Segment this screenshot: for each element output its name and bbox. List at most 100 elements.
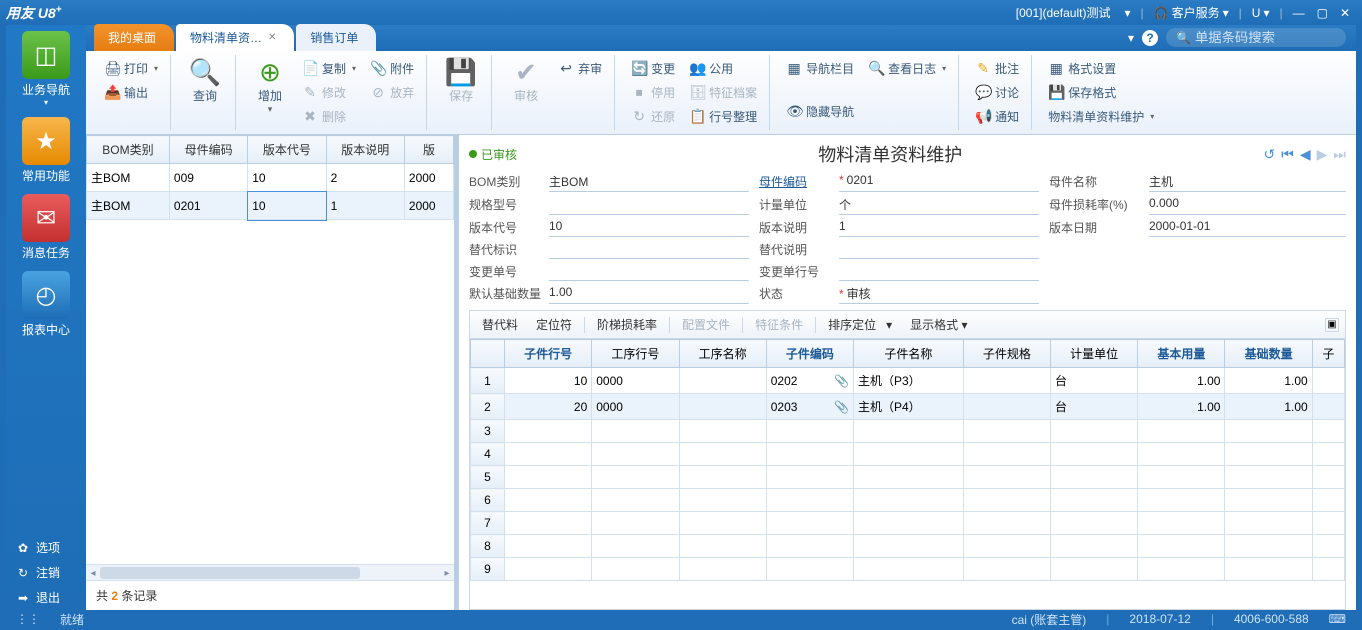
detail-col-header[interactable]: 子件名称 (854, 340, 964, 368)
next-icon[interactable]: ▶ (1317, 146, 1328, 163)
discuss-button[interactable]: 💬讨论 (969, 81, 1025, 104)
config-file-button[interactable]: 配置文件 (676, 314, 736, 335)
print-button[interactable]: 🖨打印▾ (98, 57, 164, 80)
detail-col-header[interactable] (471, 340, 505, 368)
detail-col-header[interactable]: 子件规格 (963, 340, 1050, 368)
query-button[interactable]: 🔍查询 (181, 57, 229, 104)
detail-row[interactable]: 6 (471, 489, 1345, 512)
tab-menu-dropdown[interactable]: ▾ (1128, 31, 1134, 45)
detail-row[interactable]: 11000000202📎主机（P3）台1.001.00 (471, 368, 1345, 394)
detail-col-header[interactable]: 基本用量 (1138, 340, 1225, 368)
nav-messages[interactable]: ✉消息任务 (14, 194, 78, 261)
tab-bom-maintain[interactable]: 物料清单资…✕ (176, 24, 294, 51)
display-format-button[interactable]: 显示格式 ▾ (904, 314, 973, 335)
line-arrange-button[interactable]: 📋行号整理 (683, 105, 763, 128)
bom-type-field[interactable]: 主BOM (549, 173, 749, 192)
modify-button[interactable]: ✎修改 (296, 81, 362, 104)
detail-col-header[interactable]: 计量单位 (1050, 340, 1137, 368)
notify-button[interactable]: 📢通知 (969, 105, 1025, 128)
audit-button[interactable]: ✔审核 (502, 57, 550, 104)
detail-col-header[interactable]: 工序名称 (679, 340, 766, 368)
list-row[interactable]: 主BOM0091022000 (87, 164, 454, 192)
hidenav-button[interactable]: 👁隐藏导航 (780, 100, 860, 123)
undo-icon[interactable]: ↺ (1263, 146, 1275, 163)
change-button[interactable]: 🔄变更 (625, 57, 681, 80)
expand-grid-button[interactable]: ▣ (1325, 318, 1339, 332)
ver-desc-field[interactable]: 1 (839, 219, 1039, 237)
detail-row[interactable]: 3 (471, 420, 1345, 443)
close-button[interactable]: ✕ (1334, 4, 1356, 22)
public-button[interactable]: 👥公用 (683, 57, 763, 80)
list-col-header[interactable]: 母件编码 (169, 136, 247, 164)
add-button[interactable]: ⊕增加▾ (246, 57, 294, 115)
feature-cond-button[interactable]: 特征条件 (749, 314, 809, 335)
list-col-header[interactable]: BOM类别 (87, 136, 170, 164)
exit-link[interactable]: ➡退出 (6, 585, 86, 610)
minimize-button[interactable]: — (1287, 4, 1311, 22)
parent-code-link[interactable]: 母件编码 (759, 173, 829, 192)
nav-favorites[interactable]: ★常用功能 (14, 117, 78, 184)
u-menu[interactable]: U ▾ (1246, 4, 1276, 22)
ver-date-field[interactable]: 2000-01-01 (1149, 219, 1346, 237)
tab-sales-order[interactable]: 销售订单 (296, 24, 376, 51)
detail-col-header[interactable]: 基础数量 (1225, 340, 1312, 368)
format-set-button[interactable]: ▦格式设置 (1042, 57, 1160, 80)
attach-icon[interactable]: 📎 (834, 374, 849, 388)
export-button[interactable]: 📤输出 (98, 81, 164, 104)
detail-row[interactable]: 5 (471, 466, 1345, 489)
detail-col-header[interactable]: 子件编码 (766, 340, 853, 368)
options-link[interactable]: ✿选项 (6, 535, 86, 560)
delete-button[interactable]: ✖删除 (296, 105, 362, 128)
locator-button[interactable]: 定位符 (530, 314, 578, 335)
logout-link[interactable]: ↻注销 (6, 560, 86, 585)
navbar-button[interactable]: ▦导航栏目 (780, 57, 860, 80)
close-tab-icon[interactable]: ✕ (268, 32, 276, 43)
attach-icon[interactable]: 📎 (834, 400, 849, 414)
nav-reports[interactable]: ◴报表中心 (14, 271, 78, 338)
restore-button[interactable]: ↻还原 (625, 105, 681, 128)
list-row[interactable]: 主BOM02011012000 (87, 192, 454, 220)
detail-row[interactable]: 22000000203📎主机（P4）台1.001.00 (471, 394, 1345, 420)
attach-button[interactable]: 📎附件 (364, 57, 420, 80)
detail-col-header[interactable]: 子 (1312, 340, 1344, 368)
detail-row[interactable]: 8 (471, 535, 1345, 558)
nav-business-guide[interactable]: ◫业务导航▾ (14, 31, 78, 107)
first-icon[interactable]: ⏮ (1281, 146, 1294, 163)
detail-row[interactable]: 9 (471, 558, 1345, 581)
parent-code-field[interactable]: *0201 (839, 173, 1039, 192)
maximize-button[interactable]: ▢ (1311, 4, 1334, 22)
unaudit-button[interactable]: ↩弃审 (552, 57, 608, 80)
abandon-button[interactable]: ⊘放弃 (364, 81, 420, 104)
prev-icon[interactable]: ◀ (1300, 146, 1311, 163)
barcode-search-input[interactable] (1195, 30, 1325, 45)
detail-col-header[interactable]: 工序行号 (592, 340, 679, 368)
save-format-button[interactable]: 💾保存格式 (1042, 81, 1160, 104)
list-col-header[interactable]: 版本说明 (326, 136, 404, 164)
copy-button[interactable]: 📄复制▾ (296, 57, 362, 80)
help-icon[interactable]: ? (1142, 30, 1158, 46)
bom-maint-dropdown[interactable]: 物料清单资料维护▾ (1042, 105, 1160, 128)
detail-col-header[interactable]: 子件行号 (505, 340, 592, 368)
save-button[interactable]: 💾保存 (437, 57, 485, 104)
annotate-button[interactable]: ✎批注 (969, 57, 1025, 80)
tab-desktop[interactable]: 我的桌面 (94, 24, 174, 51)
status-keyboard-icon[interactable]: ⌨ (1329, 612, 1346, 626)
list-col-header[interactable]: 版 (404, 136, 453, 164)
detail-row[interactable]: 7 (471, 512, 1345, 535)
account-dropdown[interactable]: ▾ (1118, 4, 1136, 22)
step-loss-button[interactable]: 阶梯损耗率 (591, 314, 663, 335)
child-parts-table[interactable]: 子件行号工序行号工序名称子件编码子件名称子件规格计量单位基本用量基础数量子110… (470, 339, 1345, 581)
viewlog-button[interactable]: 🔍查看日志▾ (862, 57, 952, 80)
default-qty-field[interactable]: 1.00 (549, 285, 749, 304)
spec-archive-button[interactable]: 🗄特征档案 (683, 81, 763, 104)
bom-list-table[interactable]: BOM类别母件编码版本代号版本说明版主BOM0091022000主BOM0201… (86, 135, 454, 220)
last-icon[interactable]: ⏭ (1333, 146, 1346, 163)
list-col-header[interactable]: 版本代号 (248, 136, 326, 164)
detail-row[interactable]: 4 (471, 443, 1345, 466)
sort-button[interactable]: 排序定位 ▾ (822, 314, 898, 335)
loss-rate-field[interactable]: 0.000 (1149, 196, 1346, 215)
stop-button[interactable]: ⏹停用 (625, 81, 681, 104)
customer-service-button[interactable]: 🎧 客户服务 ▾ (1148, 2, 1235, 23)
barcode-search[interactable]: 🔍 (1166, 28, 1346, 47)
ver-code-field[interactable]: 10 (549, 219, 749, 237)
